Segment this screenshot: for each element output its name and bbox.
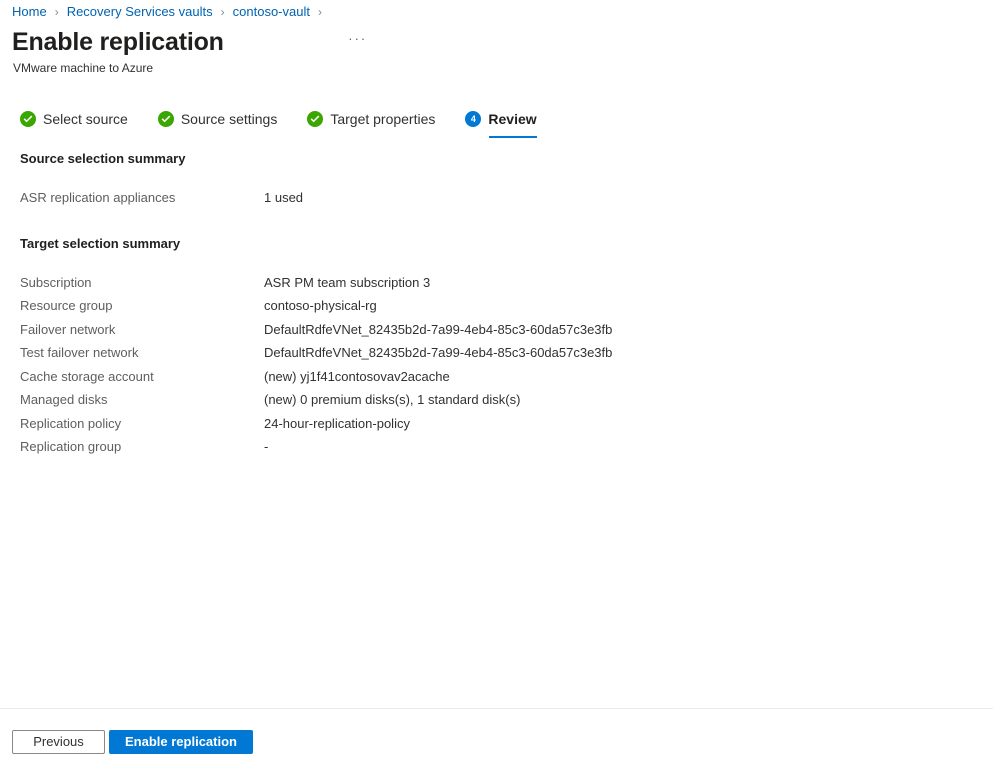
tab-target-properties[interactable]: Target properties — [307, 108, 435, 138]
summary-row-asr-replication-appliances: ASR replication appliances 1 used — [20, 189, 973, 213]
check-circle-icon — [20, 110, 36, 127]
breadcrumb-item-recovery-services-vaults[interactable]: Recovery Services vaults — [67, 2, 213, 22]
step-number-badge: 4 — [465, 110, 482, 127]
tab-label: Select source — [43, 110, 128, 127]
summary-value: ASR PM team subscription 3 — [264, 274, 431, 290]
summary-row-cache-storage-account: Cache storage account (new) yj1f41contos… — [20, 368, 973, 392]
tab-label: Source settings — [180, 110, 278, 127]
summary-value: DefaultRdfeVNet_82435b2d-7a99-4eb4-85c3-… — [264, 345, 613, 360]
summary-row-replication-policy: Replication policy 24-hour-replication-p… — [20, 415, 973, 439]
breadcrumb-separator-icon: › — [220, 5, 225, 19]
summary-row-failover-network: Failover network DefaultRdfeVNet_82435b2… — [20, 321, 973, 345]
summary-label: Subscription — [20, 274, 92, 290]
footer-actions: Previous Enable replication — [12, 730, 253, 754]
summary-row-subscription: Subscription ASR PM team subscription 3 — [20, 274, 973, 298]
summary-label: Replication group — [20, 439, 122, 454]
summary-label: Cache storage account — [20, 368, 154, 384]
summary-value: 24-hour-replication-policy — [264, 415, 410, 431]
summary-value: 1 used — [264, 190, 304, 205]
summary-label: Managed disks — [20, 392, 108, 407]
summary-label: Replication policy — [20, 415, 122, 431]
summary-label: Test failover network — [20, 345, 139, 360]
breadcrumb-item-home[interactable]: Home — [12, 2, 47, 22]
summary-row-managed-disks: Managed disks (new) 0 premium disks(s), … — [20, 391, 973, 415]
tab-review[interactable]: 4 Review — [465, 108, 537, 138]
enable-replication-button[interactable]: Enable replication — [109, 730, 253, 754]
page-header: Enable replication ··· — [12, 26, 372, 58]
summary-row-replication-group: Replication group - — [20, 438, 973, 462]
footer-divider — [0, 708, 993, 709]
more-options-icon[interactable]: ··· — [344, 31, 372, 53]
summary-value: contoso-physical-rg — [264, 298, 377, 313]
tab-label: Review — [488, 110, 537, 127]
wizard-steps: Select source Source settings Target pro… — [20, 108, 567, 138]
review-summary: Source selection summary ASR replication… — [20, 150, 973, 462]
tab-source-settings[interactable]: Source settings — [157, 108, 278, 138]
summary-label: Failover network — [20, 321, 116, 337]
check-circle-icon — [307, 110, 324, 127]
breadcrumb-item-contoso-vault[interactable]: contoso-vault — [233, 2, 310, 22]
check-circle-icon — [157, 110, 174, 127]
summary-value: (new) 0 premium disks(s), 1 standard dis… — [264, 392, 521, 407]
breadcrumb: Home › Recovery Services vaults › contos… — [12, 2, 330, 22]
summary-row-resource-group: Resource group contoso-physical-rg — [20, 297, 973, 321]
breadcrumb-separator-icon: › — [54, 5, 59, 19]
previous-button[interactable]: Previous — [12, 730, 105, 754]
summary-row-test-failover-network: Test failover network DefaultRdfeVNet_82… — [20, 344, 973, 368]
tab-label: Target properties — [330, 110, 436, 127]
summary-label: ASR replication appliances — [20, 190, 176, 205]
tab-select-source[interactable]: Select source — [20, 108, 128, 138]
page-title: Enable replication — [12, 28, 224, 56]
section-heading-source-selection-summary: Source selection summary — [20, 151, 186, 166]
summary-value: (new) yj1f41contosovav2acache — [264, 368, 450, 384]
page-subtitle: VMware machine to Azure — [13, 61, 154, 75]
summary-value: DefaultRdfeVNet_82435b2d-7a99-4eb4-85c3-… — [264, 321, 613, 337]
breadcrumb-separator-icon: › — [317, 5, 322, 19]
tab-active-indicator — [489, 136, 537, 138]
summary-value: - — [264, 439, 269, 454]
summary-label: Resource group — [20, 298, 113, 313]
section-heading-target-selection-summary: Target selection summary — [20, 235, 181, 251]
